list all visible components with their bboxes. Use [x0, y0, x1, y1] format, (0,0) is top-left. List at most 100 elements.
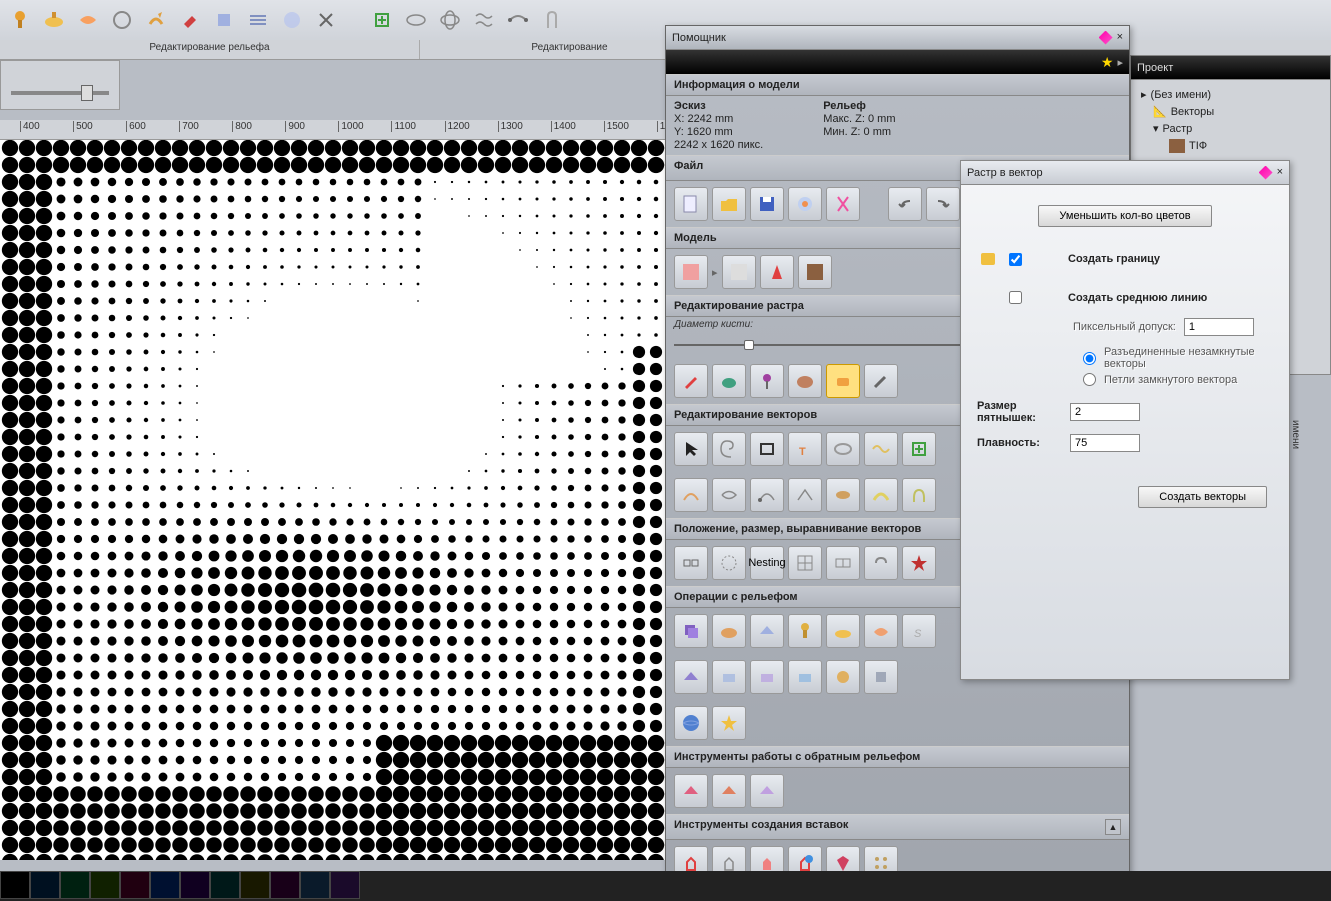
back-3-icon[interactable]	[750, 774, 784, 808]
create-vectors-button[interactable]: Создать векторы	[1138, 486, 1267, 508]
color-swatch[interactable]	[60, 871, 90, 899]
save-icon[interactable]	[750, 187, 784, 221]
link-icon[interactable]	[826, 546, 860, 580]
back-1-icon[interactable]	[674, 774, 708, 808]
raster-dialog-header[interactable]: Растр в вектор ×	[961, 161, 1289, 185]
tool-icon-11[interactable]	[366, 4, 398, 36]
color-swatch[interactable]	[180, 871, 210, 899]
relief-6-icon[interactable]	[864, 614, 898, 648]
spot-size-input[interactable]	[1070, 403, 1140, 421]
tool-icon-9[interactable]	[276, 4, 308, 36]
color-swatch[interactable]	[0, 871, 30, 899]
eraser-icon[interactable]	[826, 364, 860, 398]
color-swatch[interactable]	[210, 871, 240, 899]
ring2-icon[interactable]	[826, 478, 860, 512]
curve5-icon[interactable]	[864, 478, 898, 512]
tool-icon-14[interactable]	[468, 4, 500, 36]
tool-icon-1[interactable]	[4, 4, 36, 36]
tool-icon-13[interactable]	[434, 4, 466, 36]
plus-box-icon[interactable]	[902, 432, 936, 466]
color-swatch[interactable]	[300, 871, 330, 899]
star2-icon[interactable]	[712, 706, 746, 740]
color-swatch[interactable]	[30, 871, 60, 899]
color-swatch[interactable]	[150, 871, 180, 899]
relief-12-icon[interactable]	[826, 660, 860, 694]
undo-icon[interactable]	[888, 187, 922, 221]
tool-icon-3[interactable]	[72, 4, 104, 36]
tool-icon-10[interactable]	[310, 4, 342, 36]
model-icon-3[interactable]	[760, 255, 794, 289]
star-icon[interactable]: ★	[1101, 54, 1114, 71]
tool-icon-2[interactable]	[38, 4, 70, 36]
relief-4-icon[interactable]	[788, 614, 822, 648]
assistant-header[interactable]: Помощник ×	[666, 26, 1129, 50]
relief-5-icon[interactable]	[826, 614, 860, 648]
color-swatch[interactable]	[330, 871, 360, 899]
back-relief-header[interactable]: Инструменты работы с обратным рельефом	[666, 746, 1129, 768]
relief-2-icon[interactable]	[712, 614, 746, 648]
rotate-icon[interactable]	[864, 546, 898, 580]
curve1-icon[interactable]	[674, 478, 708, 512]
tool-icon-15[interactable]	[502, 4, 534, 36]
relief-1-icon[interactable]	[674, 614, 708, 648]
ring-icon[interactable]	[826, 432, 860, 466]
zoom-slider-thumb[interactable]	[81, 85, 93, 101]
palette-icon[interactable]	[788, 364, 822, 398]
relief-9-icon[interactable]	[712, 660, 746, 694]
cut-icon[interactable]	[826, 187, 860, 221]
model-icon-2[interactable]	[722, 255, 756, 289]
sphere-icon[interactable]	[674, 706, 708, 740]
project-header[interactable]: Проект	[1131, 56, 1330, 80]
settings-icon[interactable]	[788, 187, 822, 221]
bucket-icon[interactable]	[712, 364, 746, 398]
relief-3-icon[interactable]	[750, 614, 784, 648]
omega-icon[interactable]	[902, 478, 936, 512]
picker-icon[interactable]	[750, 364, 784, 398]
reduce-colors-button[interactable]: Уменьшить кол-во цветов	[1038, 205, 1211, 227]
tree-raster[interactable]: ▾Растр	[1137, 120, 1324, 137]
color-swatch[interactable]	[240, 871, 270, 899]
color-swatch[interactable]	[90, 871, 120, 899]
pixel-tolerance-input[interactable]	[1184, 318, 1254, 336]
opt1-radio[interactable]	[1083, 352, 1096, 365]
brush-icon[interactable]	[864, 364, 898, 398]
tool-icon-7[interactable]	[208, 4, 240, 36]
create-border-checkbox[interactable]	[1009, 253, 1022, 266]
create-midline-checkbox[interactable]	[1009, 291, 1022, 304]
insert-tools-header[interactable]: Инструменты создания вставок▲	[666, 814, 1129, 840]
relief-8-icon[interactable]	[674, 660, 708, 694]
opt2-radio[interactable]	[1083, 373, 1096, 386]
collapse-icon-2[interactable]: ▲	[1105, 819, 1121, 835]
tool-icon-16[interactable]	[536, 4, 568, 36]
text-icon[interactable]: T	[788, 432, 822, 466]
relief-10-icon[interactable]	[750, 660, 784, 694]
back-2-icon[interactable]	[712, 774, 746, 808]
wave2-icon[interactable]	[864, 432, 898, 466]
spiral-icon[interactable]	[712, 432, 746, 466]
tree-vectors[interactable]: 📐Векторы	[1137, 103, 1324, 120]
grid-icon[interactable]	[788, 546, 822, 580]
curve2-icon[interactable]	[712, 478, 746, 512]
relief-13-icon[interactable]	[864, 660, 898, 694]
circle-array-icon[interactable]	[712, 546, 746, 580]
nesting-icon[interactable]: Nesting	[750, 546, 784, 580]
tool-icon-8[interactable]	[242, 4, 274, 36]
relief-7-icon[interactable]: S	[902, 614, 936, 648]
tool-icon-4[interactable]	[106, 4, 138, 36]
tool-icon-12[interactable]	[400, 4, 432, 36]
tool-icon-5[interactable]	[140, 4, 172, 36]
curve4-icon[interactable]	[788, 478, 822, 512]
pencil-icon[interactable]	[674, 364, 708, 398]
color-swatch[interactable]	[120, 871, 150, 899]
smoothness-input[interactable]	[1070, 434, 1140, 452]
relief-11-icon[interactable]	[788, 660, 822, 694]
close-icon[interactable]: ×	[1277, 166, 1283, 180]
cursor-icon[interactable]	[674, 432, 708, 466]
new-file-icon[interactable]	[674, 187, 708, 221]
align-icon[interactable]	[674, 546, 708, 580]
model-icon-1[interactable]	[674, 255, 708, 289]
tree-tif[interactable]: ТІФ	[1137, 137, 1324, 155]
color-swatch[interactable]	[270, 871, 300, 899]
curve3-icon[interactable]	[750, 478, 784, 512]
tree-root[interactable]: ▸(Без имени)	[1137, 86, 1324, 103]
